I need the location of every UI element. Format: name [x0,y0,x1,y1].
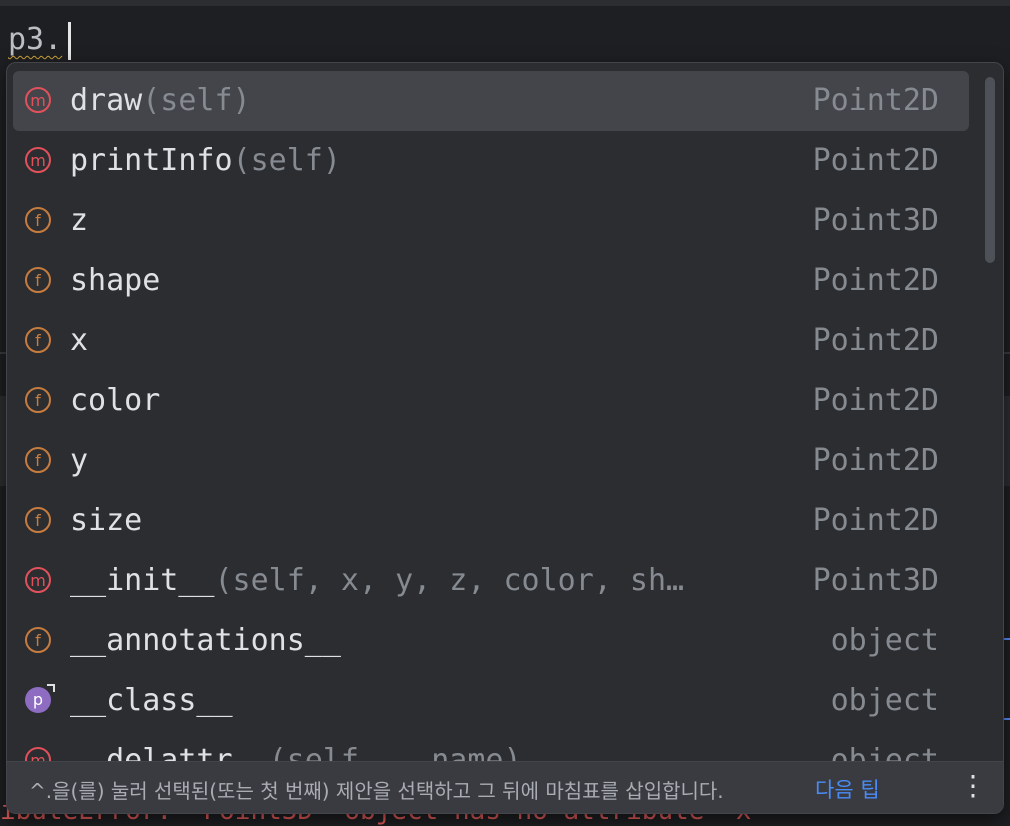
completion-item-name: color [70,383,161,418]
completion-item-type: Point3D [812,203,939,238]
completion-item-name: y [70,443,89,478]
completion-item-shape[interactable]: f shape Point2D [13,251,969,311]
completion-item-init[interactable]: m __init__(self, x, y, z, color, sh… Point… [13,551,969,611]
method-icon: m [25,87,51,113]
completion-item-label: __annotations__ [70,621,341,661]
completion-item-type: Point2D [812,503,939,538]
completion-item-type: object [830,743,939,761]
completion-item-type: Point2D [812,323,939,358]
completion-item-type: object [830,623,939,658]
completion-item-name: __init__ [70,563,215,598]
field-icon: f [25,447,51,473]
completion-item-params: (self) [232,143,341,178]
completion-item-label: z [70,201,88,241]
method-icon: m [25,567,51,593]
completion-item-type: Point3D [812,563,939,598]
method-icon: m [25,147,51,173]
completion-item-x[interactable]: f x Point2D [13,311,969,371]
more-options-icon[interactable]: ⋮ [959,772,987,802]
completion-item-name: shape [70,263,161,298]
completion-item-label: draw(self) [70,81,251,121]
field-icon: f [25,627,51,653]
completion-item-name: size [70,503,143,538]
completion-item-label: y [70,441,88,481]
completion-item-label: size [70,501,142,541]
completion-item-label: x [70,321,88,361]
completion-item-color[interactable]: f color Point2D [13,371,969,431]
completion-item-annotations[interactable]: f __annotations__ object [13,611,969,671]
completion-item-size[interactable]: f size Point2D [13,491,969,551]
completion-item-class[interactable]: p __class__ object [13,671,969,731]
completion-footer: ^.을(를) 눌러 선택된(또는 첫 번째) 제안을 선택하고 그 뒤에 마침표… [7,761,1003,813]
text-caret [68,22,71,60]
completion-item-type: object [830,683,939,718]
completion-item-type: Point2D [812,143,939,178]
completion-item-label: __class__ [70,681,233,721]
field-icon: f [25,387,51,413]
completion-scrollbar[interactable] [985,77,995,263]
field-icon: f [25,267,51,293]
completion-item-label: printInfo(self) [70,141,341,181]
completion-item-type: Point2D [812,443,939,478]
completion-item-type: Point2D [812,81,939,121]
completion-item-y[interactable]: f y Point2D [13,431,969,491]
completion-item-name: __delattr__ [70,743,269,761]
completion-item-params: (self, x, y, z, color, sh… [214,563,685,598]
completion-item-type: Point2D [812,263,939,298]
code-text: p3. [8,22,63,57]
field-icon: f [25,507,51,533]
completion-item-name: __class__ [70,683,233,718]
completion-item-name: z [70,203,89,238]
completion-item-delattr[interactable]: m __delattr__(self, __name) object [13,731,969,761]
method-icon: m [25,747,51,761]
completion-item-params: (self) [142,83,251,118]
completion-item-label: color [70,381,160,421]
completion-list[interactable]: m draw(self) Point2D m printInfo(self) Point2… [7,71,981,761]
property-icon: p [25,684,55,713]
completion-hint-text: ^.을(를) 눌러 선택된(또는 첫 번째) 제안을 선택하고 그 뒤에 마침표… [29,779,724,803]
completion-item-type: Point2D [812,383,939,418]
field-icon: f [25,327,51,353]
completion-item-name: __annotations__ [70,623,341,658]
completion-item-z[interactable]: f z Point3D [13,191,969,251]
completion-item-name: x [70,323,89,358]
completion-item-label: __delattr__(self, __name) [70,741,522,761]
completion-item-draw[interactable]: m draw(self) Point2D [13,71,969,131]
completion-item-label: __init__(self, x, y, z, color, sh… [70,561,684,601]
completion-item-name: draw [70,83,143,118]
field-icon: f [25,207,51,233]
completion-item-name: printInfo [70,143,233,178]
completion-item-params: (self, __name) [268,743,522,761]
completion-item-label: shape [70,261,160,301]
editor-code-text[interactable]: p3. [8,20,62,60]
next-tip-link[interactable]: 다음 팁 [815,774,880,804]
completion-item-printinfo[interactable]: m printInfo(self) Point2D [13,131,969,191]
editor-current-line[interactable]: p3. [0,6,1010,62]
code-completion-popup[interactable]: m draw(self) Point2D m printInfo(self) Point2… [6,62,1004,814]
